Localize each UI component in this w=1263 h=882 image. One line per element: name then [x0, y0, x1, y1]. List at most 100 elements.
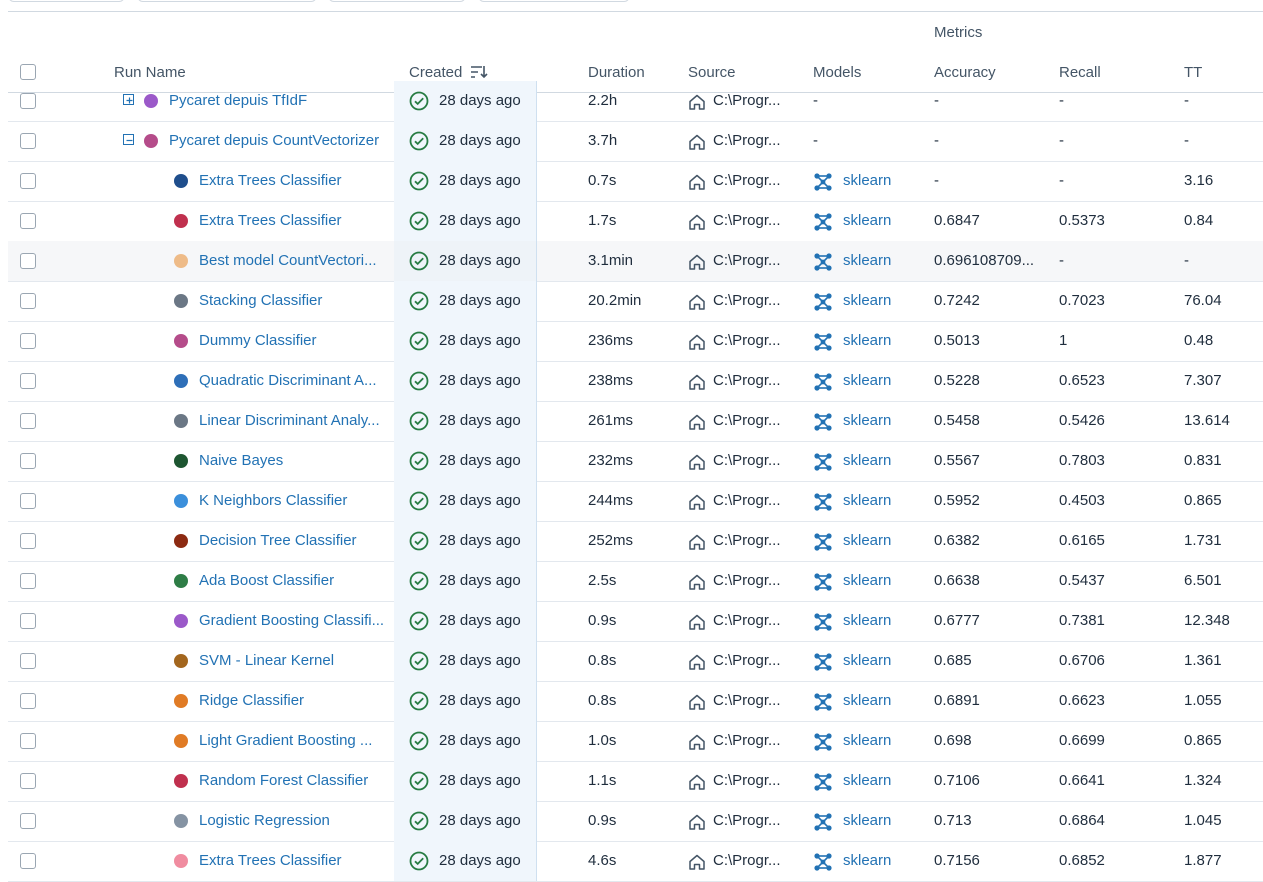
table-row[interactable]: Random Forest Classifier 28 days ago 1.1s C…	[8, 761, 1263, 802]
table-row[interactable]: Light Gradient Boosting ... 28 days ago 1.…	[8, 721, 1263, 762]
run-name-link[interactable]: Pycaret depuis CountVectorizer	[169, 121, 388, 161]
row-checkbox[interactable]	[20, 853, 36, 869]
run-name-link[interactable]: Quadratic Discriminant A...	[199, 361, 388, 401]
table-row[interactable]: Decision Tree Classifier 28 days ago 252ms…	[8, 521, 1263, 562]
row-checkbox[interactable]	[20, 493, 36, 509]
model-link[interactable]: sklearn	[843, 401, 923, 441]
model-link[interactable]: sklearn	[843, 441, 923, 481]
run-name-link[interactable]: Extra Trees Classifier	[199, 201, 388, 241]
model-link[interactable]: sklearn	[843, 801, 923, 841]
table-row[interactable]: Linear Discriminant Analy... 28 days ago 2…	[8, 401, 1263, 442]
row-checkbox[interactable]	[20, 773, 36, 789]
run-name-link[interactable]: Best model CountVectori...	[199, 241, 388, 281]
model-link[interactable]: sklearn	[843, 281, 923, 321]
column-header-run-name[interactable]: Run Name	[114, 64, 186, 81]
model-link[interactable]: sklearn	[843, 321, 923, 361]
run-name-link[interactable]: Ridge Classifier	[199, 681, 388, 721]
table-row[interactable]: K Neighbors Classifier 28 days ago 244ms C:…	[8, 481, 1263, 522]
run-name-link[interactable]: Ada Boost Classifier	[199, 561, 388, 601]
row-checkbox[interactable]	[20, 133, 36, 149]
model-link[interactable]: sklearn	[843, 841, 923, 881]
source-link[interactable]: C:\Progr...	[713, 281, 805, 321]
row-checkbox[interactable]	[20, 653, 36, 669]
column-header-accuracy[interactable]: Accuracy	[934, 64, 996, 81]
column-header-duration[interactable]: Duration	[588, 64, 645, 81]
row-checkbox[interactable]	[20, 453, 36, 469]
model-link[interactable]: sklearn	[843, 161, 923, 201]
model-link[interactable]: sklearn	[843, 521, 923, 561]
column-header-tt[interactable]: TT	[1184, 64, 1202, 81]
run-name-link[interactable]: Extra Trees Classifier	[199, 161, 388, 201]
column-header-recall[interactable]: Recall	[1059, 64, 1101, 81]
filter-chip[interactable]	[137, 0, 317, 2]
row-checkbox[interactable]	[20, 213, 36, 229]
table-row[interactable]: Quadratic Discriminant A... 28 days ago 23…	[8, 361, 1263, 402]
model-link[interactable]: sklearn	[843, 721, 923, 761]
table-row[interactable]: Ada Boost Classifier 28 days ago 2.5s C:\Pr…	[8, 561, 1263, 602]
source-link[interactable]: C:\Progr...	[713, 521, 805, 561]
source-link[interactable]: C:\Progr...	[713, 401, 805, 441]
table-row[interactable]: Extra Trees Classifier 28 days ago 1.7s C:\…	[8, 201, 1263, 242]
table-row[interactable]: Ridge Classifier 28 days ago 0.8s C:\Progr.…	[8, 681, 1263, 722]
row-checkbox[interactable]	[20, 693, 36, 709]
run-name-link[interactable]: Decision Tree Classifier	[199, 521, 388, 561]
row-checkbox[interactable]	[20, 173, 36, 189]
row-checkbox[interactable]	[20, 373, 36, 389]
row-checkbox[interactable]	[20, 293, 36, 309]
table-row[interactable]: Stacking Classifier 28 days ago 20.2min C:\…	[8, 281, 1263, 322]
row-checkbox[interactable]	[20, 93, 36, 109]
source-link[interactable]: C:\Progr...	[713, 481, 805, 521]
source-link[interactable]: C:\Progr...	[713, 761, 805, 801]
row-checkbox[interactable]	[20, 573, 36, 589]
source-link[interactable]: C:\Progr...	[713, 601, 805, 641]
filter-chip[interactable]	[328, 0, 466, 2]
run-name-link[interactable]: Light Gradient Boosting ...	[199, 721, 388, 761]
model-link[interactable]: sklearn	[843, 481, 923, 521]
sort-descending-icon[interactable]	[470, 64, 488, 80]
source-link[interactable]: C:\Progr...	[713, 361, 805, 401]
row-checkbox[interactable]	[20, 613, 36, 629]
row-checkbox[interactable]	[20, 253, 36, 269]
source-link[interactable]: C:\Progr...	[713, 841, 805, 881]
column-header-created[interactable]: Created	[409, 64, 488, 81]
table-row[interactable]: Naive Bayes 28 days ago 232ms C:\Progr... sk…	[8, 441, 1263, 482]
run-name-link[interactable]: Pycaret depuis TfIdF	[169, 81, 388, 121]
collapse-icon[interactable]	[123, 134, 134, 145]
model-link[interactable]: sklearn	[843, 641, 923, 681]
source-link[interactable]: C:\Progr...	[713, 721, 805, 761]
run-name-link[interactable]: Logistic Regression	[199, 801, 388, 841]
source-link[interactable]: C:\Progr...	[713, 161, 805, 201]
model-link[interactable]: sklearn	[843, 761, 923, 801]
table-row[interactable]: Best model CountVectori... 28 days ago 3.1…	[8, 241, 1263, 282]
expand-icon[interactable]	[123, 94, 134, 105]
source-link[interactable]: C:\Progr...	[713, 241, 805, 281]
model-link[interactable]: sklearn	[843, 241, 923, 281]
source-link[interactable]: C:\Progr...	[713, 641, 805, 681]
row-checkbox[interactable]	[20, 733, 36, 749]
source-link[interactable]: C:\Progr...	[713, 121, 805, 161]
column-header-models[interactable]: Models	[813, 64, 861, 81]
source-link[interactable]: C:\Progr...	[713, 801, 805, 841]
table-row[interactable]: Extra Trees Classifier 28 days ago 4.6s C:\…	[8, 841, 1263, 882]
source-link[interactable]: C:\Progr...	[713, 561, 805, 601]
table-row[interactable]: Pycaret depuis TfIdF 28 days ago 2.2h C:\Pr…	[8, 81, 1263, 122]
source-link[interactable]: C:\Progr...	[713, 81, 805, 121]
select-all-checkbox[interactable]	[20, 64, 36, 80]
row-checkbox[interactable]	[20, 413, 36, 429]
model-link[interactable]: sklearn	[843, 361, 923, 401]
source-link[interactable]: C:\Progr...	[713, 201, 805, 241]
run-name-link[interactable]: Gradient Boosting Classifi...	[199, 601, 388, 641]
filter-chip[interactable]	[8, 0, 125, 2]
column-header-source[interactable]: Source	[688, 64, 736, 81]
source-link[interactable]: C:\Progr...	[713, 441, 805, 481]
row-checkbox[interactable]	[20, 533, 36, 549]
table-row[interactable]: SVM - Linear Kernel 28 days ago 0.8s C:\Pro…	[8, 641, 1263, 682]
run-name-link[interactable]: Stacking Classifier	[199, 281, 388, 321]
source-link[interactable]: C:\Progr...	[713, 321, 805, 361]
run-name-link[interactable]: Extra Trees Classifier	[199, 841, 388, 881]
table-row[interactable]: Dummy Classifier 28 days ago 236ms C:\Progr…	[8, 321, 1263, 362]
table-row[interactable]: Pycaret depuis CountVectorizer 28 days ag…	[8, 121, 1263, 162]
model-link[interactable]: sklearn	[843, 201, 923, 241]
model-link[interactable]: sklearn	[843, 681, 923, 721]
table-row[interactable]: Extra Trees Classifier 28 days ago 0.7s C:\…	[8, 161, 1263, 202]
